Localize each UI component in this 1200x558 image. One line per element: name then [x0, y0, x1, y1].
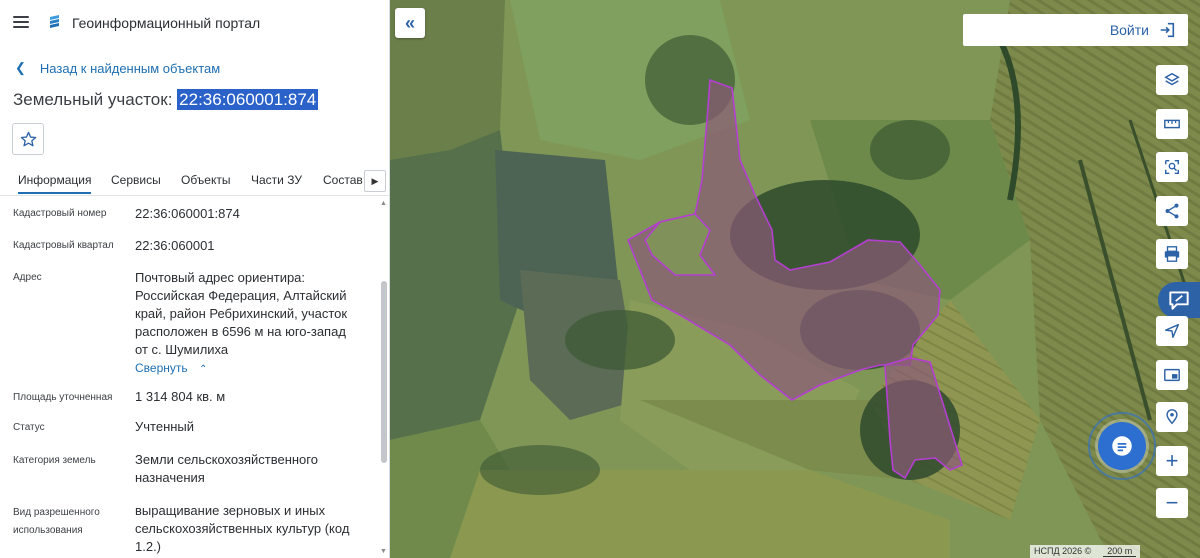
info-value: Учтенный: [135, 419, 195, 434]
map-attribution: НСПД 2026 © 200 m: [1030, 545, 1141, 558]
map-view[interactable]: [390, 0, 1200, 558]
zoom-in-button[interactable]: +: [1156, 446, 1188, 476]
share-icon: [1165, 203, 1179, 219]
title-prefix: Земельный участок:: [13, 90, 173, 109]
print-icon: [1164, 246, 1180, 262]
info-value: Земли сельскохозяйственного назначения: [135, 451, 365, 487]
address-line: от с. Шумилиха: [135, 342, 229, 357]
app-root: Геоинформационный портал ❮ Назад к найде…: [0, 0, 1200, 558]
print-button[interactable]: [1156, 239, 1188, 269]
tab-services[interactable]: Сервисы: [111, 173, 161, 187]
info-value: 22:36:060001:874: [135, 206, 240, 221]
address-line: расположен в 6596 м на юго-запад: [135, 324, 346, 339]
info-scrollbar[interactable]: ▲ ▼: [378, 197, 389, 558]
info-value: выращивание зерновых и иных сельскохозяй…: [135, 502, 365, 556]
select-area-button[interactable]: [1156, 152, 1188, 182]
location-pin-icon: [1166, 409, 1178, 425]
scale-bar: 200 m: [1103, 546, 1137, 557]
attribution-text: НСПД 2026 ©: [1034, 546, 1092, 556]
picture-in-picture-icon: [1164, 368, 1180, 382]
layers-icon: [1164, 72, 1180, 86]
satellite-map[interactable]: [390, 0, 1200, 558]
use-line: выращивание зерновых и иных: [135, 503, 326, 518]
portal-logo-icon: [50, 15, 59, 28]
zoom-out-icon: −: [1165, 490, 1179, 515]
info-label: Статус: [13, 422, 45, 433]
back-to-results-link[interactable]: ❮ Назад к найденным объектам: [15, 60, 220, 76]
login-icon: [1160, 22, 1175, 38]
triangle-right-icon: ▶: [371, 175, 379, 186]
tab-parts[interactable]: Части ЗУ: [251, 173, 302, 187]
layers-button[interactable]: [1156, 65, 1188, 95]
top-bar: Геоинформационный портал: [0, 0, 389, 48]
login-label: Войти: [1109, 22, 1149, 38]
collapse-address-link[interactable]: Свернуть ⌃: [135, 359, 365, 379]
tabs-bar: Информация Сервисы Объекты Части ЗУ Сост…: [0, 168, 389, 196]
tabs-next-button[interactable]: ▶: [364, 170, 386, 192]
portal-title: Геоинформационный портал: [72, 15, 261, 31]
address-line: край, район Ребрихинский, участок: [135, 306, 348, 321]
category-line: назначения: [135, 470, 205, 485]
star-icon: [20, 131, 36, 146]
info-value: 1 314 804 кв. м: [135, 389, 226, 404]
address-line: Почтовый адрес ориентира:: [135, 270, 306, 285]
title-cadastral-number[interactable]: 22:36:060001:874: [177, 89, 319, 110]
hamburger-icon[interactable]: [13, 16, 29, 28]
location-button[interactable]: [1156, 402, 1188, 432]
info-label: Адрес: [13, 272, 42, 283]
label-line: использования: [13, 525, 83, 536]
info-label: Кадастровый квартал: [13, 240, 114, 251]
login-button[interactable]: Войти: [963, 14, 1188, 46]
chevron-up-icon: ⌃: [198, 364, 208, 375]
tab-information[interactable]: Информация: [18, 173, 92, 194]
scroll-down-icon[interactable]: ▼: [380, 548, 387, 555]
info-label: Кадастровый номер: [13, 208, 107, 219]
chat-icon: [1112, 436, 1132, 456]
info-label: Категория земель: [13, 455, 96, 466]
page-title: Земельный участок: 22:36:060001:874: [13, 89, 319, 110]
navigation-icon: [1164, 323, 1180, 339]
back-link-label: Назад к найденным объектам: [39, 60, 221, 76]
navigation-button[interactable]: [1156, 316, 1188, 346]
picture-in-picture-button[interactable]: [1156, 360, 1188, 390]
label-line: Вид разрешенного: [13, 507, 100, 518]
address-line: Российская Федерация, Алтайский: [135, 288, 347, 303]
info-value: 22:36:060001: [135, 238, 215, 253]
ruler-icon: [1164, 119, 1180, 129]
collapse-label: Свернуть: [135, 361, 188, 375]
zoom-in-icon: +: [1165, 448, 1179, 473]
ruler-button[interactable]: [1156, 109, 1188, 139]
double-chevron-left-icon: «: [404, 12, 415, 33]
scroll-thumb[interactable]: [381, 281, 387, 463]
info-panel: Геоинформационный портал ❮ Назад к найде…: [0, 0, 390, 558]
chat-bubble-icon: [1169, 291, 1189, 310]
use-line: 1.2.): [135, 539, 162, 554]
info-list: Кадастровый номер 22:36:060001:874 Кадас…: [0, 197, 378, 558]
info-value: Почтовый адрес ориентира: Российская Фед…: [135, 269, 365, 379]
select-area-icon: [1164, 159, 1180, 175]
use-line: сельскохозяйственных культур (код: [135, 521, 350, 536]
zoom-out-button[interactable]: −: [1156, 488, 1188, 518]
tab-objects[interactable]: Объекты: [181, 173, 231, 187]
share-button[interactable]: [1156, 196, 1188, 226]
info-label: Вид разрешенного использования: [13, 504, 123, 540]
chevron-left-icon: ❮: [15, 60, 26, 75]
collapse-panel-button[interactable]: «: [395, 8, 425, 38]
scroll-up-icon[interactable]: ▲: [380, 200, 387, 207]
favorite-button[interactable]: [12, 123, 44, 155]
info-label: Площадь уточненная: [13, 392, 113, 403]
tab-composition[interactable]: Состав: [323, 173, 363, 187]
chat-assistant-button[interactable]: [1098, 422, 1146, 470]
feedback-button[interactable]: [1158, 282, 1200, 318]
category-line: Земли сельскохозяйственного: [135, 452, 318, 467]
